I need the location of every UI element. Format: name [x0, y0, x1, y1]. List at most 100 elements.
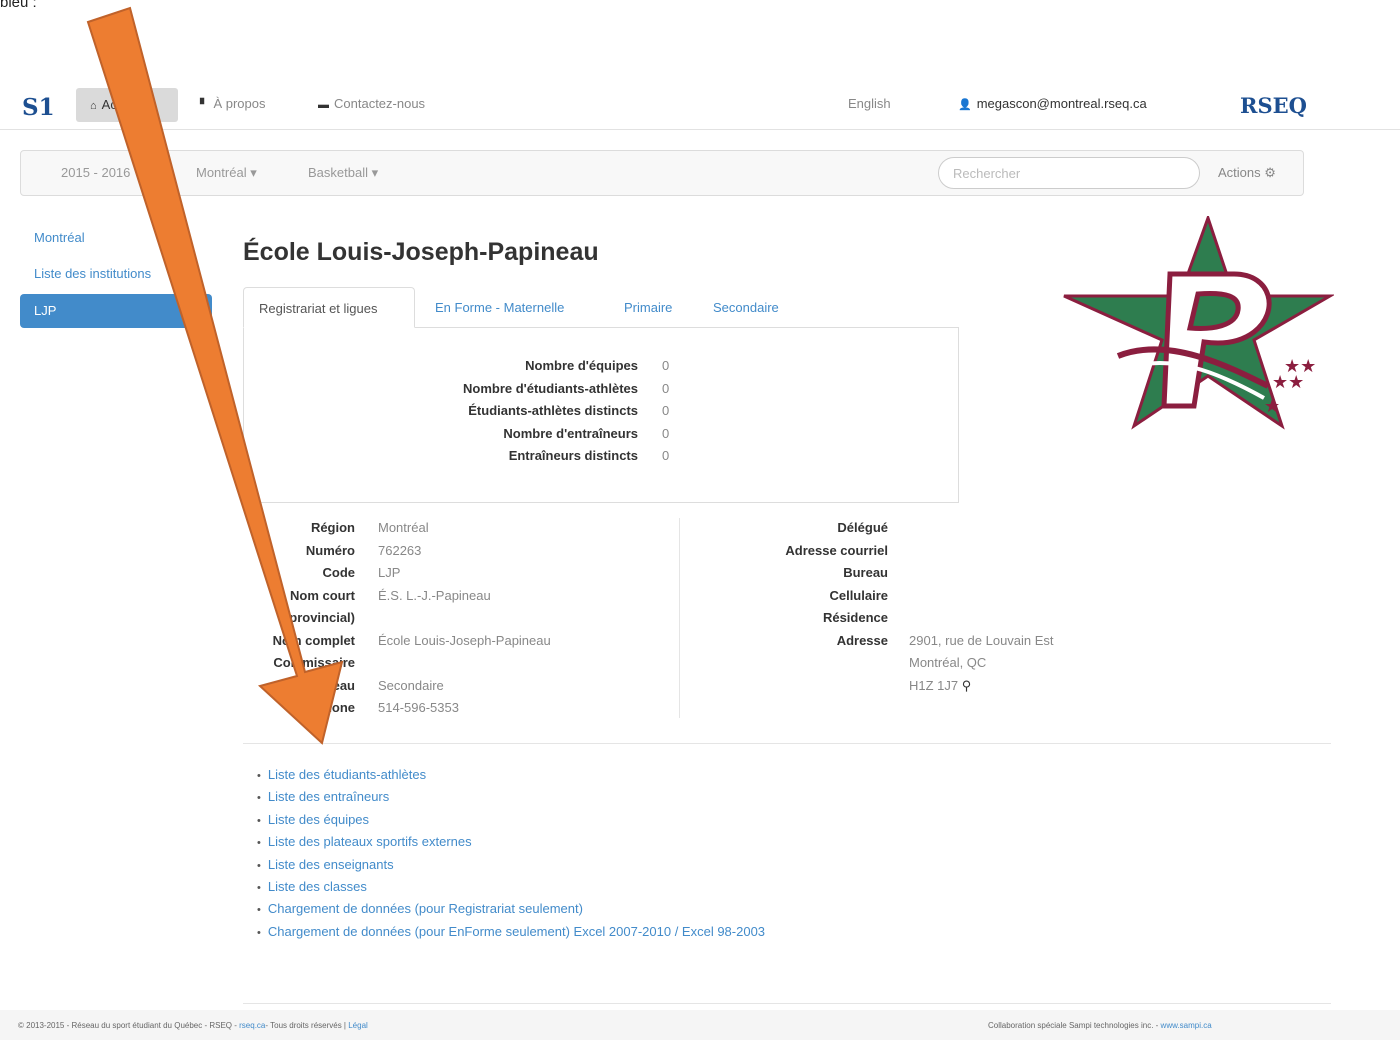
info-row: Délégué	[690, 520, 1190, 543]
link-student-athletes[interactable]: Liste des étudiants-athlètes	[257, 767, 765, 789]
page-title: École Louis-Joseph-Papineau	[243, 238, 599, 266]
info-row: Bureau	[690, 565, 1190, 588]
footer-sampi-link[interactable]: www.sampi.ca	[1161, 1021, 1212, 1030]
info-row: Nom complet École Louis-Joseph-Papineau	[243, 633, 673, 656]
map-marker-icon[interactable]: ⚲	[962, 678, 972, 693]
user-menu[interactable]: 👤 megascon@montreal.rseq.ca	[958, 96, 1147, 111]
info-row: Adresse 2901, rue de Louvain Est	[690, 633, 1190, 656]
nav-home-label: Accueil	[101, 97, 144, 112]
info-label: Niveau	[312, 677, 355, 693]
sidebar-item-institutions[interactable]: Liste des institutions	[20, 258, 212, 294]
comment-icon: ▬	[318, 99, 329, 111]
stat-label: Étudiants-athlètes distincts	[468, 403, 638, 418]
info-row: Code LJP	[243, 565, 673, 588]
info-row: Niveau Secondaire	[243, 678, 673, 701]
stat-value: 0	[662, 425, 670, 441]
info-label: Code	[322, 565, 356, 580]
school-info-left: Région Montréal Numéro 762263 Code LJP Nom …	[243, 520, 673, 723]
info-label: Numéro	[305, 542, 355, 558]
link-teams[interactable]: Liste des équipes	[257, 812, 765, 834]
sidebar-item-ljp[interactable]: LJP	[20, 294, 212, 328]
section-divider	[243, 743, 1331, 744]
stat-row: Nombre d'entraîneurs 0	[244, 426, 960, 449]
info-value: École Louis-Joseph-Papineau	[378, 632, 551, 648]
caption-text: bleu :	[0, 0, 37, 11]
info-row: Résidence	[690, 610, 1190, 633]
sport-dropdown[interactable]: Basketball ▾	[308, 165, 378, 181]
address-line-3: H1Z 1J7 ⚲	[909, 678, 971, 694]
stat-value: 0	[662, 403, 670, 418]
user-email: megascon@montreal.rseq.ca	[976, 96, 1147, 111]
footer-divider	[243, 1003, 1331, 1004]
logo-small-stars: ★★	[1284, 356, 1316, 376]
region-dropdown[interactable]: Montréal ▾	[196, 165, 257, 181]
stat-row: Nombre d'équipes 0	[244, 358, 960, 381]
link-teachers[interactable]: Liste des enseignants	[257, 857, 765, 879]
info-row: (provincial)	[243, 610, 673, 633]
season-selector[interactable]: 2015 - 2016	[61, 165, 130, 180]
info-value: Montréal	[378, 520, 429, 535]
tab-primaire[interactable]: Primaire	[624, 287, 672, 328]
gear-icon: ⚙	[1264, 165, 1276, 180]
info-value: 762263	[378, 542, 422, 558]
stat-row: Étudiants-athlètes distincts 0	[244, 403, 960, 426]
address-line-2: Montréal, QC	[909, 655, 987, 670]
tab-en-forme[interactable]: En Forme - Maternelle	[435, 287, 564, 328]
nav-contact-label: Contactez-nous	[334, 96, 426, 111]
footer-copyright-text: © 2013-2015 - Réseau du sport étudiant d…	[18, 1021, 240, 1030]
info-value: 514-596-5353	[378, 700, 459, 715]
info-label: Nom complet	[272, 632, 355, 648]
stat-label: Nombre d'équipes	[525, 358, 638, 373]
actions-label: Actions	[1218, 165, 1261, 180]
school-logo: ★★ ★★ ★	[1063, 216, 1334, 430]
address-line-1: 2901, rue de Louvain Est	[909, 632, 1054, 648]
nav-contact[interactable]: ▬ Contactez-nous	[318, 96, 425, 111]
stat-row: Entraîneurs distincts 0	[244, 448, 960, 471]
stat-row: Nombre d'étudiants-athlètes 0	[244, 381, 960, 404]
tab-registrariat[interactable]: Registrariat et ligues	[243, 287, 415, 328]
info-value: É.S. L.-J.-Papineau	[378, 587, 491, 603]
school-info-right: Délégué Adresse courriel Bureau Cellulai…	[690, 520, 1190, 700]
footer-copyright: © 2013-2015 - Réseau du sport étudiant d…	[18, 1021, 368, 1030]
info-label: Adresse	[836, 632, 888, 648]
nav-home[interactable]: ⌂ Accueil	[76, 88, 178, 122]
info-label: Région	[310, 520, 355, 535]
brand-logo-s1[interactable]: S1	[22, 94, 55, 121]
info-row: H1Z 1J7 ⚲	[690, 678, 1190, 701]
link-external-venues[interactable]: Liste des plateaux sportifs externes	[257, 834, 765, 856]
language-switch[interactable]: English	[848, 96, 891, 111]
link-classes[interactable]: Liste des classes	[257, 879, 765, 901]
brand-logo-rseq[interactable]: RSEQ	[1240, 93, 1307, 118]
actions-menu[interactable]: Actions ⚙	[1218, 165, 1276, 181]
stat-label: Entraîneurs distincts	[508, 448, 638, 463]
user-icon: 👤	[958, 99, 972, 111]
tab-secondaire[interactable]: Secondaire	[713, 287, 779, 328]
info-label: Cellulaire	[829, 587, 888, 603]
info-row: Commissaire	[243, 655, 673, 678]
filter-bar: 2015 - 2016 Montréal ▾ Basketball ▾ Acti…	[20, 150, 1304, 196]
link-upload-registrariat[interactable]: Chargement de données (pour Registrariat…	[257, 901, 765, 923]
info-row: Téléphone 514-596-5353	[243, 700, 673, 723]
link-coaches[interactable]: Liste des entraîneurs	[257, 789, 765, 811]
footer-credits-text: Collaboration spéciale Sampi technologie…	[988, 1021, 1161, 1030]
footer-rights-text: - Tous droits réservés |	[265, 1021, 349, 1030]
footer-credits: Collaboration spéciale Sampi technologie…	[988, 1021, 1212, 1030]
info-row: Région Montréal	[243, 520, 673, 543]
footer-legal-link[interactable]: Légal	[348, 1021, 368, 1030]
sidebar-item-montreal[interactable]: Montréal	[20, 222, 212, 258]
link-upload-enforme[interactable]: Chargement de données (pour EnForme seul…	[257, 924, 765, 946]
nav-about[interactable]: ▘ À propos	[200, 96, 266, 111]
stat-label: Nombre d'entraîneurs	[503, 425, 638, 441]
stats-table: Nombre d'équipes 0 Nombre d'étudiants-ath…	[244, 358, 960, 471]
info-label: Téléphone	[289, 700, 355, 715]
footer-rseq-link[interactable]: rseq.ca	[239, 1021, 265, 1030]
info-label: Délégué	[837, 520, 888, 535]
info-row: Cellulaire	[690, 588, 1190, 611]
info-value: Secondaire	[378, 677, 444, 693]
document-icon: ▘	[200, 99, 209, 111]
info-row: Numéro 762263	[243, 543, 673, 566]
info-row: Montréal, QC	[690, 655, 1190, 678]
search-input[interactable]	[938, 157, 1200, 189]
postal-code: H1Z 1J7	[909, 677, 959, 693]
info-label: Bureau	[843, 565, 888, 580]
